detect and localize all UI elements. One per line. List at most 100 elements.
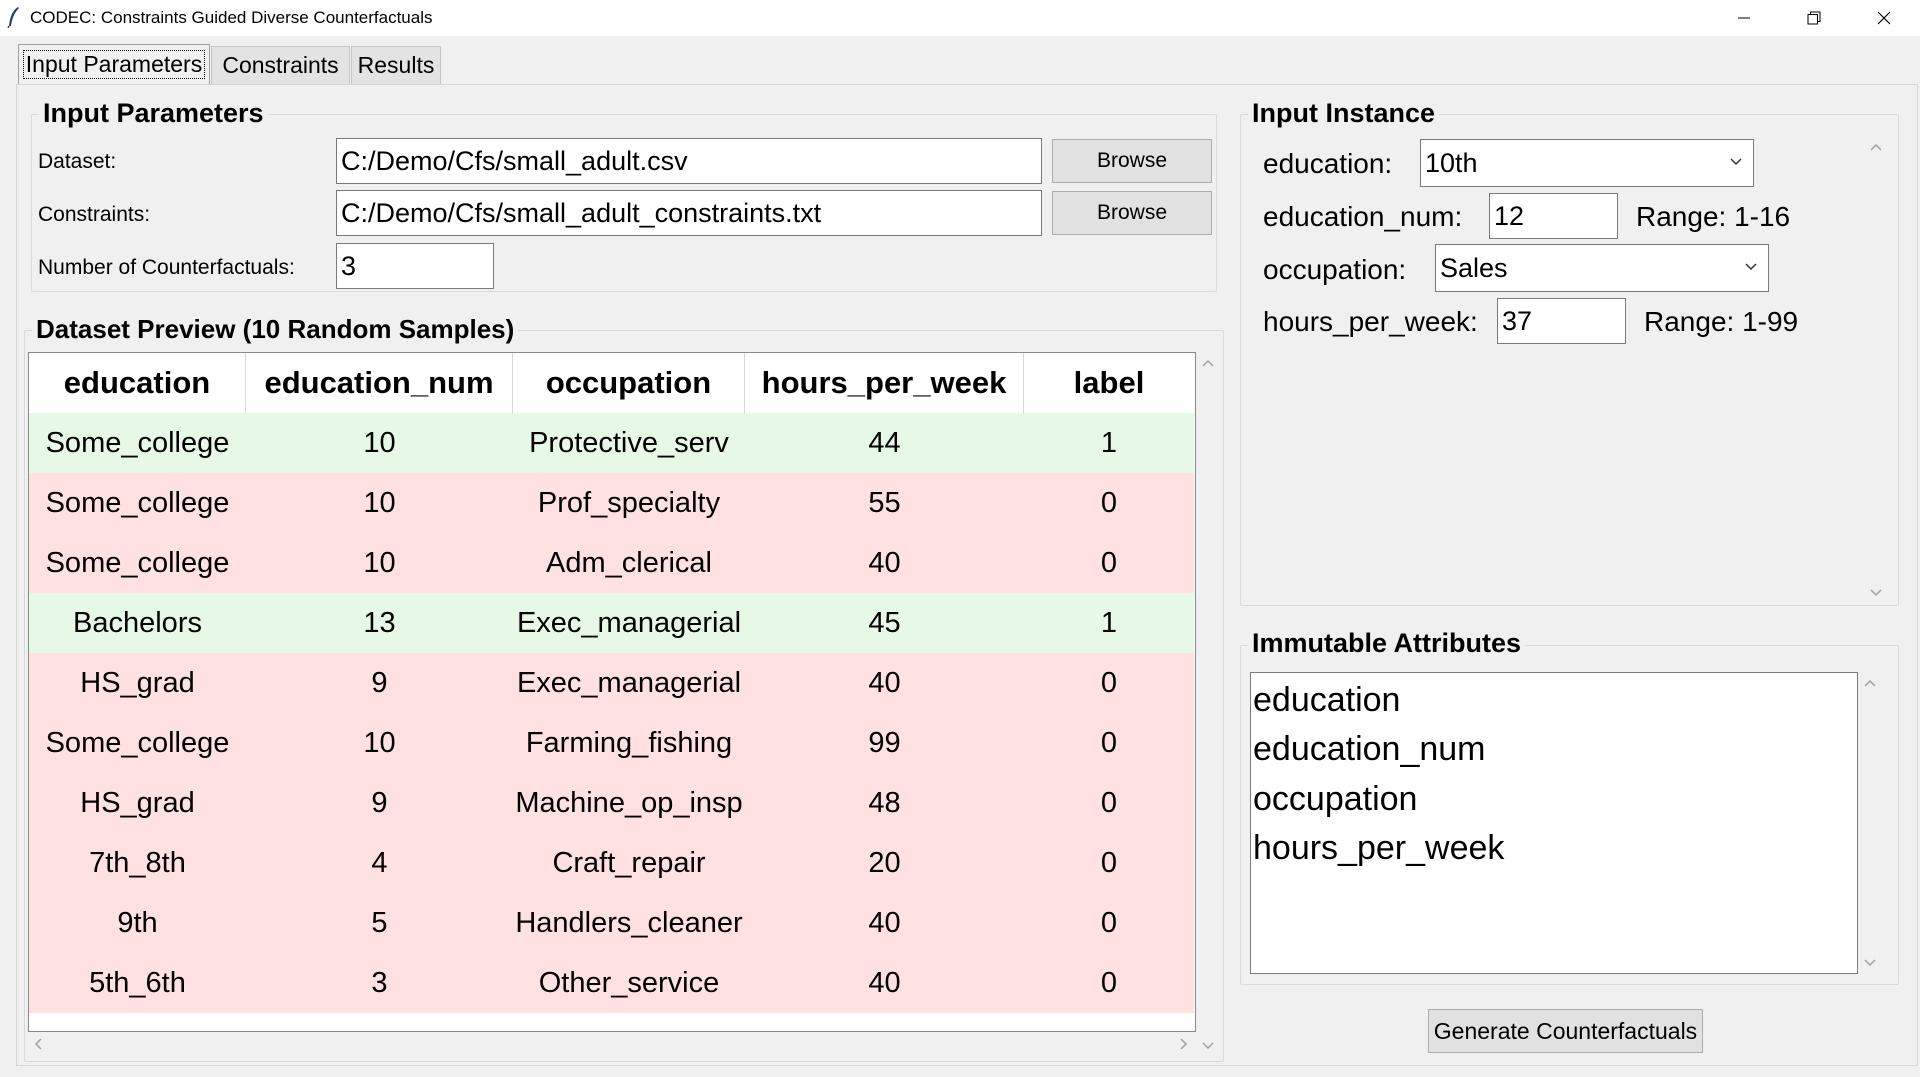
table-scroll-right-icon[interactable] [1175,1036,1191,1052]
close-icon [1877,11,1891,25]
occupation-select[interactable]: Sales [1435,244,1769,292]
immutable-attributes-list[interactable]: education education_num occupation hours… [1250,672,1858,974]
table-cell: 10 [363,426,396,459]
table-cell: 5th_6th [89,966,186,999]
table-cell: 10 [363,726,396,759]
table-cell: 0 [1100,666,1118,699]
education-num-range: Range: 1-16 [1636,201,1791,232]
table-cell: 0 [1100,486,1118,519]
table-cell: 0 [1100,546,1118,579]
immutable-scroll-up-icon[interactable] [1862,676,1878,692]
table-header: education education_num occupation hours… [29,353,1195,413]
table-row[interactable]: Bachelors 13 Exec_managerial 45 1 [29,593,1194,653]
instance-scroll-down-icon[interactable] [1868,584,1884,600]
table-cell: Adm_clerical [546,546,712,579]
table-cell: Farming_fishing [525,726,733,759]
table-cell: 48 [868,786,901,819]
table-scroll-left-icon[interactable] [31,1036,47,1052]
minimize-button[interactable] [1709,0,1779,36]
table-cell: 20 [868,846,901,879]
education-num-input[interactable]: 12 [1489,193,1618,239]
window-title: CODEC: Constraints Guided Diverse Counte… [30,8,433,27]
chevron-down-icon [1730,158,1742,166]
close-button[interactable] [1849,0,1919,36]
table-cell: Machine_op_insp [515,786,743,819]
constraints-browse-button[interactable]: Browse [1052,191,1212,235]
num-counterfactuals-label: Number of Counterfactuals: [38,256,295,279]
column-header-education-num[interactable]: education_num [246,353,513,413]
table-cell: Some_college [45,486,230,519]
table-row[interactable]: Some_college 10 Farming_fishing 99 0 [29,713,1194,773]
table-row[interactable]: 9th 5 Handlers_cleaner 40 0 [29,893,1194,953]
input-instance-group [1240,114,1899,606]
restore-button[interactable] [1779,0,1849,36]
table-cell: 0 [1100,846,1118,879]
input-instance-title: Input Instance [1248,98,1440,129]
column-header-hours-per-week[interactable]: hours_per_week [745,353,1024,413]
table-row[interactable]: Some_college 10 Adm_clerical 40 0 [29,533,1194,593]
education-label: education: [1263,148,1393,179]
restore-icon [1807,11,1821,25]
dataset-preview-title: Dataset Preview (10 Random Samples) [32,314,519,345]
table-cell: 55 [868,486,901,519]
tab-constraints[interactable]: Constraints [211,46,350,84]
table-row[interactable]: 5th_6th 3 Other_service 40 0 [29,953,1194,1013]
table-row[interactable]: 7th_8th 4 Craft_repair 20 0 [29,833,1194,893]
occupation-select-value: Sales [1440,252,1508,283]
education-num-label: education_num: [1263,201,1463,232]
chevron-down-icon [1745,263,1757,271]
table-row[interactable]: HS_grad 9 Machine_op_insp 48 0 [29,773,1194,833]
num-counterfactuals-input[interactable]: 3 [336,243,494,289]
tab-results[interactable]: Results [351,46,441,84]
table-cell: Some_college [45,546,230,579]
title-bar: CODEC: Constraints Guided Diverse Counte… [0,0,1920,36]
table-cell: 3 [371,966,388,999]
table-cell: 40 [868,906,901,939]
list-item[interactable]: education [1253,681,1400,720]
input-parameters-title: Input Parameters [39,98,268,129]
generate-counterfactuals-button[interactable]: Generate Counterfactuals [1428,1009,1703,1053]
tab-input-parameters[interactable]: Input Parameters [18,44,210,84]
table-cell: 99 [868,726,901,759]
table-cell: Other_service [538,966,720,999]
table-row[interactable]: Some_college 10 Protective_serv 44 1 [29,413,1194,473]
constraints-path-input[interactable]: C:/Demo/Cfs/small_adult_constraints.txt [336,190,1042,236]
table-row[interactable]: Some_college 10 Prof_specialty 55 0 [29,473,1194,533]
table-cell: 45 [868,606,901,639]
dataset-browse-button[interactable]: Browse [1052,139,1212,183]
column-header-occupation[interactable]: occupation [513,353,745,413]
list-item[interactable]: hours_per_week [1253,829,1504,868]
table-cell: 9 [371,786,388,819]
table-cell: 9th [117,906,158,939]
education-select[interactable]: 10th [1420,139,1754,187]
dataset-label: Dataset: [38,150,117,173]
table-cell: 40 [868,966,901,999]
table-cell: 1 [1100,606,1118,639]
table-cell: 0 [1100,786,1118,819]
table-scroll-down-icon[interactable] [1200,1037,1216,1053]
feather-icon [7,7,19,28]
instance-scroll-up-icon[interactable] [1868,140,1884,156]
immutable-attributes-title: Immutable Attributes [1248,628,1526,659]
table-cell: 1 [1100,426,1118,459]
table-cell: Exec_managerial [516,666,742,699]
immutable-scroll-down-icon[interactable] [1862,954,1878,970]
table-cell: Prof_specialty [537,486,721,519]
table-cell: Some_college [45,726,230,759]
table-cell: 10 [363,486,396,519]
table-scroll-up-icon[interactable] [1200,356,1216,372]
column-header-label[interactable]: label [1024,353,1194,413]
hours-per-week-label: hours_per_week: [1263,306,1478,337]
table-row[interactable]: HS_grad 9 Exec_managerial 40 0 [29,653,1194,713]
table-cell: 44 [868,426,901,459]
hours-per-week-input[interactable]: 37 [1497,298,1626,344]
table-cell: 40 [868,666,901,699]
column-header-education[interactable]: education [29,353,246,413]
list-item[interactable]: occupation [1253,780,1417,819]
minimize-icon [1738,17,1750,19]
table-cell: Exec_managerial [516,606,742,639]
table-cell: 9 [371,666,388,699]
dataset-path-input[interactable]: C:/Demo/Cfs/small_adult.csv [336,138,1042,184]
dataset-preview-table[interactable]: education education_num occupation hours… [28,352,1196,1032]
list-item[interactable]: education_num [1253,730,1486,769]
